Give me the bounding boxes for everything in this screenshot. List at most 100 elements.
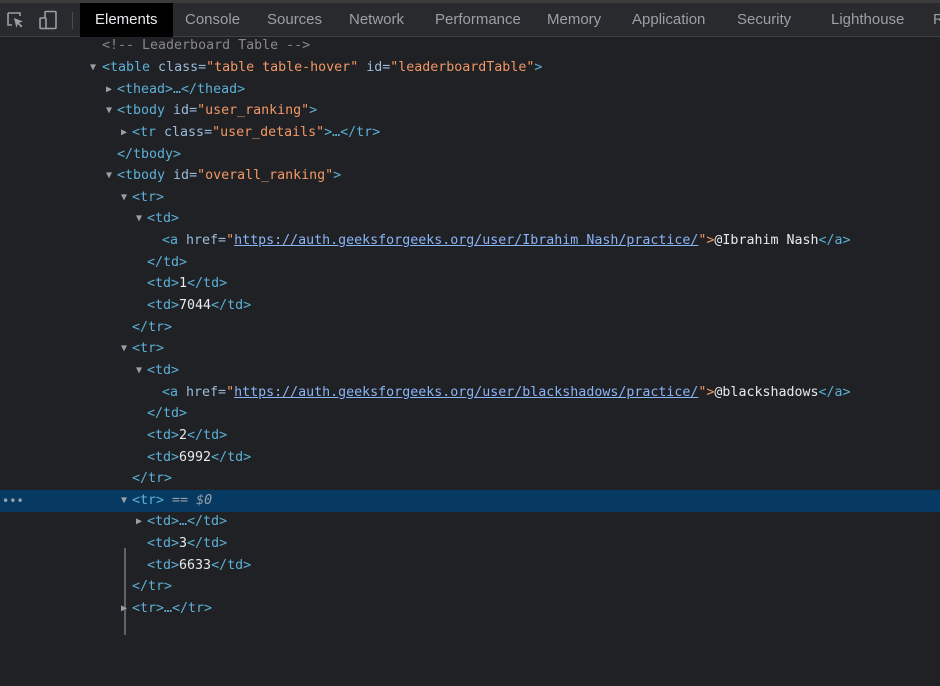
rank-value: 1 bbox=[179, 276, 188, 291]
expand-triangle-icon[interactable]: ▼ bbox=[136, 360, 146, 382]
attr-name: class= bbox=[156, 125, 213, 140]
tag-name: <td> bbox=[147, 211, 180, 226]
dom-node-td-score[interactable]: <td>6992</td> bbox=[0, 447, 940, 469]
anchor-text: @Ibrahim Nash bbox=[714, 233, 819, 248]
score-value: 6633 bbox=[179, 558, 212, 573]
dom-node-tr-close[interactable]: </tr> bbox=[0, 576, 940, 598]
tag-name: </tr> bbox=[132, 320, 173, 335]
dom-node-td[interactable]: ▼ <td> bbox=[0, 208, 940, 230]
selected-marker: == bbox=[164, 493, 197, 508]
tag-name: <td> bbox=[147, 428, 180, 443]
tag-name: <thead>…</thead> bbox=[117, 82, 246, 97]
dom-node-anchor[interactable]: <a href="https://auth.geeksforgeeks.org/… bbox=[0, 230, 940, 252]
tag-name: <tbody bbox=[117, 103, 166, 118]
expand-triangle-icon[interactable]: ▼ bbox=[136, 208, 146, 230]
expand-triangle-icon[interactable]: ▼ bbox=[121, 338, 131, 360]
dom-node-tr-close[interactable]: </tr> bbox=[0, 468, 940, 490]
dom-node-td-score[interactable]: <td>6633</td> bbox=[0, 555, 940, 577]
dom-node-tbody-overall-ranking[interactable]: ▼ <tbody id="overall_ranking"> bbox=[0, 165, 940, 187]
expand-triangle-icon[interactable]: ▼ bbox=[121, 490, 131, 512]
expand-triangle-icon[interactable]: ▼ bbox=[106, 165, 116, 187]
dom-node-td-collapsed[interactable]: ▶ <td>…</td> bbox=[0, 511, 940, 533]
attr-value: "leaderboardTable" bbox=[390, 60, 535, 75]
tag-name: <td> bbox=[147, 298, 180, 313]
attr-value: "table table-hover" bbox=[206, 60, 359, 75]
tab-network[interactable]: Network bbox=[349, 3, 404, 37]
tag-name: <td>…</td> bbox=[147, 514, 228, 529]
dom-node-table[interactable]: ▼ <table class="table table-hover" id="l… bbox=[0, 57, 940, 79]
tag-name: <a bbox=[162, 233, 179, 248]
tab-console[interactable]: Console bbox=[185, 3, 240, 37]
tab-application[interactable]: Application bbox=[632, 3, 705, 37]
devtools-toolbar: Elements Console Sources Network Perform… bbox=[0, 0, 940, 37]
href-link[interactable]: https://auth.geeksforgeeks.org/user/blac… bbox=[234, 385, 698, 400]
tag-name: <td> bbox=[147, 450, 180, 465]
dom-node-anchor[interactable]: <a href="https://auth.geeksforgeeks.org/… bbox=[0, 382, 940, 404]
dom-node-tr-user-details[interactable]: ▶ <tr class="user_details">…</tr> bbox=[0, 122, 940, 144]
dom-node-tbody-close[interactable]: </tbody> bbox=[0, 144, 940, 166]
tab-more-truncated[interactable]: R bbox=[933, 3, 940, 37]
tag-name: </tr> bbox=[132, 579, 173, 594]
tag-name: </td> bbox=[211, 558, 252, 573]
tag-name: </td> bbox=[211, 450, 252, 465]
tag-name: </tbody> bbox=[117, 147, 182, 162]
href-link[interactable]: https://auth.geeksforgeeks.org/user/Ibra… bbox=[234, 233, 698, 248]
collapse-triangle-icon[interactable]: ▶ bbox=[106, 79, 116, 101]
dom-node-td-score[interactable]: <td>7044</td> bbox=[0, 295, 940, 317]
tab-lighthouse[interactable]: Lighthouse bbox=[831, 3, 904, 37]
tag-name: </a> bbox=[818, 385, 851, 400]
collapse-triangle-icon[interactable]: ▶ bbox=[136, 511, 146, 533]
more-actions-icon[interactable]: ••• bbox=[2, 490, 24, 512]
tag-name: </td> bbox=[187, 428, 228, 443]
dom-node-tbody-user-ranking[interactable]: ▼ <tbody id="user_ranking"> bbox=[0, 100, 940, 122]
dom-node-tr-collapsed[interactable]: ▶ <tr>…</tr> bbox=[0, 598, 940, 620]
tag-end: > bbox=[333, 168, 342, 183]
attr-quote: "> bbox=[698, 385, 715, 400]
dom-node-td-rank[interactable]: <td>3</td> bbox=[0, 533, 940, 555]
tag-name: <td> bbox=[147, 363, 180, 378]
tag-name: </a> bbox=[818, 233, 851, 248]
dom-node-td[interactable]: ▼ <td> bbox=[0, 360, 940, 382]
dom-node-tr[interactable]: ▼ <tr> bbox=[0, 338, 940, 360]
expand-triangle-icon[interactable]: ▼ bbox=[90, 57, 100, 79]
tag-name: <tr> bbox=[132, 493, 165, 508]
tag-name: <tbody bbox=[117, 168, 166, 183]
dom-node-td-close[interactable]: </td> bbox=[0, 403, 940, 425]
dom-node-comment[interactable]: <!-- Leaderboard Table --> bbox=[0, 35, 940, 57]
tag-name: </td> bbox=[187, 276, 228, 291]
collapse-triangle-icon[interactable]: ▶ bbox=[121, 122, 131, 144]
tab-performance[interactable]: Performance bbox=[435, 3, 521, 37]
score-value: 7044 bbox=[179, 298, 212, 313]
device-toolbar-icon[interactable] bbox=[38, 10, 58, 30]
comment-text: <!-- Leaderboard Table --> bbox=[102, 38, 311, 53]
dom-node-td-close[interactable]: </td> bbox=[0, 252, 940, 274]
expand-triangle-icon[interactable]: ▼ bbox=[106, 100, 116, 122]
tab-security[interactable]: Security bbox=[737, 3, 791, 37]
dom-node-td-rank[interactable]: <td>2</td> bbox=[0, 425, 940, 447]
attr-name: id= bbox=[165, 168, 198, 183]
tab-sources[interactable]: Sources bbox=[267, 3, 322, 37]
tag-name: <td> bbox=[147, 276, 180, 291]
tag-name: <table bbox=[102, 60, 151, 75]
tag-name: </td> bbox=[147, 406, 188, 421]
dom-node-td-rank[interactable]: <td>1</td> bbox=[0, 273, 940, 295]
expand-triangle-icon[interactable]: ▼ bbox=[121, 187, 131, 209]
dom-node-tr[interactable]: ▼ <tr> bbox=[0, 187, 940, 209]
tag-name: <a bbox=[162, 385, 179, 400]
dom-node-tr-close[interactable]: </tr> bbox=[0, 317, 940, 339]
tag-end: >…</tr> bbox=[324, 125, 381, 140]
attr-name: class= bbox=[150, 60, 207, 75]
attr-quote: " bbox=[226, 233, 235, 248]
rank-value: 3 bbox=[179, 536, 188, 551]
tab-memory[interactable]: Memory bbox=[547, 3, 601, 37]
tag-name: <tr> bbox=[132, 341, 165, 356]
collapse-triangle-icon[interactable]: ▶ bbox=[121, 598, 131, 620]
tag-name: </td> bbox=[211, 298, 252, 313]
inspect-element-icon[interactable] bbox=[6, 10, 26, 30]
tab-elements[interactable]: Elements bbox=[80, 3, 173, 37]
dom-node-tr-selected[interactable]: ••• ▼ <tr> == $0 bbox=[0, 490, 940, 512]
score-value: 6992 bbox=[179, 450, 212, 465]
dom-node-thead[interactable]: ▶ <thead>…</thead> bbox=[0, 79, 940, 101]
tag-name: <td> bbox=[147, 536, 180, 551]
tag-name: <tr>…</tr> bbox=[132, 601, 213, 616]
